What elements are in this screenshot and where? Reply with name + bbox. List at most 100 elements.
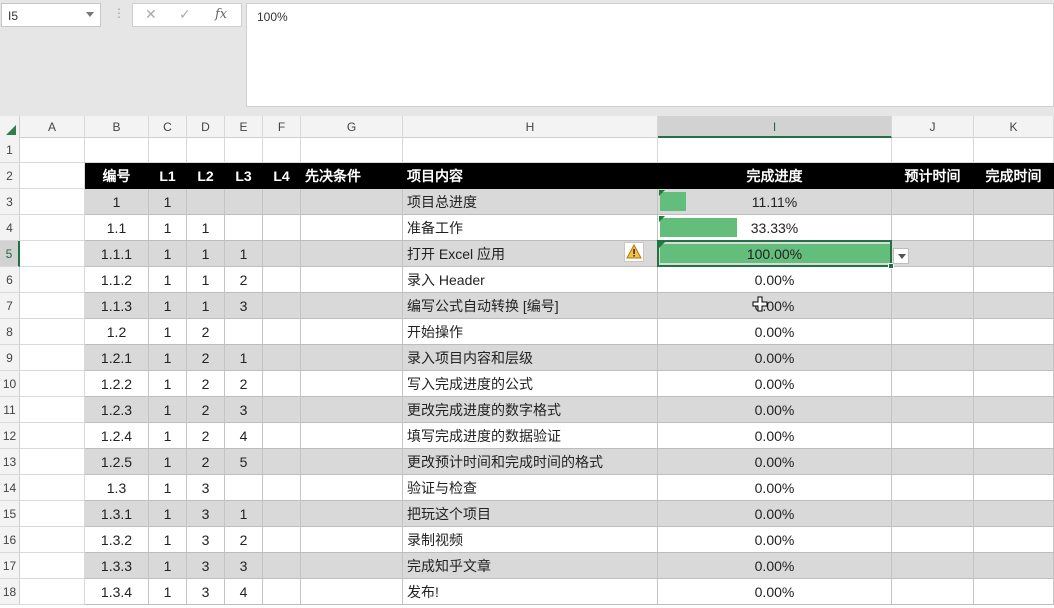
cell-f16[interactable] [263,527,301,553]
cell-c9[interactable]: 1 [149,345,187,371]
cell-d5[interactable]: 1 [187,241,225,267]
cell-f13[interactable] [263,449,301,475]
cell-g12[interactable] [301,423,403,449]
cell-e16[interactable]: 2 [225,527,263,553]
cell-g18[interactable] [301,579,403,605]
cell-g7[interactable] [301,293,403,319]
cell-b3[interactable]: 1 [85,189,149,215]
cell-a18[interactable] [20,579,85,605]
cell-g1[interactable] [301,138,403,163]
cell-i17[interactable]: 0.00% [658,553,892,579]
cell-c16[interactable]: 1 [149,527,187,553]
cell-d8[interactable]: 2 [187,319,225,345]
cell-i2[interactable]: 完成进度 [658,163,892,189]
cell-b10[interactable]: 1.2.2 [85,371,149,397]
cell-i13[interactable]: 0.00% [658,449,892,475]
cell-c11[interactable]: 1 [149,397,187,423]
cell-g15[interactable] [301,501,403,527]
cell-c17[interactable]: 1 [149,553,187,579]
spreadsheet-grid[interactable]: ABCDEFGHIJK 1 2 3 4 5 6 7 8 9 10 11 12 13 14 15 16 17 18 … [0,116,1054,608]
cell-j13[interactable] [892,449,974,475]
cell-c7[interactable]: 1 [149,293,187,319]
cell-c12[interactable]: 1 [149,423,187,449]
cell-d18[interactable]: 3 [187,579,225,605]
cell-j4[interactable] [892,215,974,241]
cell-k7[interactable] [974,293,1054,319]
cell-g9[interactable] [301,345,403,371]
cell-h17[interactable]: 完成知乎文章 [403,553,658,579]
row-header-18[interactable]: 18 [0,579,20,605]
cell-g17[interactable] [301,553,403,579]
cell-i16[interactable]: 0.00% [658,527,892,553]
cell-d2[interactable]: L2 [187,163,225,189]
cell-a15[interactable] [20,501,85,527]
cell-f18[interactable] [263,579,301,605]
cell-e18[interactable]: 4 [225,579,263,605]
cell-f3[interactable] [263,189,301,215]
cell-f2[interactable]: L4 [263,163,301,189]
cell-i10[interactable]: 0.00% [658,371,892,397]
cell-h7[interactable]: 编写公式自动转换 [编号] [403,293,658,319]
cell-d13[interactable]: 2 [187,449,225,475]
cell-a1[interactable] [20,138,85,163]
cell-k15[interactable] [974,501,1054,527]
cell-j6[interactable] [892,267,974,293]
cell-j1[interactable] [892,138,974,163]
cell-j10[interactable] [892,371,974,397]
column-header-h[interactable]: H [403,116,658,138]
cell-h5[interactable]: 打开 Excel 应用 [403,241,658,267]
cell-c1[interactable] [149,138,187,163]
cell-e1[interactable] [225,138,263,163]
row-header-1[interactable]: 1 [0,138,20,163]
cell-h4[interactable]: 准备工作 [403,215,658,241]
cell-f12[interactable] [263,423,301,449]
cell-b5[interactable]: 1.1.1 [85,241,149,267]
column-header-f[interactable]: F [263,116,301,138]
cell-i9[interactable]: 0.00% [658,345,892,371]
column-header-j[interactable]: J [892,116,974,138]
cell-e11[interactable]: 3 [225,397,263,423]
cell-k14[interactable] [974,475,1054,501]
row-header-12[interactable]: 12 [0,423,20,449]
cell-f11[interactable] [263,397,301,423]
insert-function-icon[interactable]: fx [215,7,227,22]
cell-h18[interactable]: 发布! [403,579,658,605]
cell-b1[interactable] [85,138,149,163]
cell-g3[interactable] [301,189,403,215]
cell-j14[interactable] [892,475,974,501]
cell-f10[interactable] [263,371,301,397]
cell-d9[interactable]: 2 [187,345,225,371]
row-header-11[interactable]: 11 [0,397,20,423]
cell-k8[interactable] [974,319,1054,345]
cell-b11[interactable]: 1.2.3 [85,397,149,423]
cell-h1[interactable] [403,138,658,163]
cell-h9[interactable]: 录入项目内容和层级 [403,345,658,371]
row-header-7[interactable]: 7 [0,293,20,319]
cell-f9[interactable] [263,345,301,371]
cell-e2[interactable]: L3 [225,163,263,189]
cancel-icon[interactable]: ✕ [145,6,157,23]
cell-a7[interactable] [20,293,85,319]
cell-k1[interactable] [974,138,1054,163]
cell-k10[interactable] [974,371,1054,397]
cell-d12[interactable]: 2 [187,423,225,449]
cell-e15[interactable]: 1 [225,501,263,527]
cell-c18[interactable]: 1 [149,579,187,605]
cell-k13[interactable] [974,449,1054,475]
cell-b17[interactable]: 1.3.3 [85,553,149,579]
cell-f1[interactable] [263,138,301,163]
cell-a6[interactable] [20,267,85,293]
cell-h11[interactable]: 更改完成进度的数字格式 [403,397,658,423]
cell-h12[interactable]: 填写完成进度的数据验证 [403,423,658,449]
warning-triangle-icon[interactable] [624,242,644,262]
row-header-10[interactable]: 10 [0,371,20,397]
cell-j8[interactable] [892,319,974,345]
column-header-b[interactable]: B [85,116,149,138]
cell-a4[interactable] [20,215,85,241]
cell-g13[interactable] [301,449,403,475]
formula-input[interactable]: 100% [246,3,1054,107]
cell-c8[interactable]: 1 [149,319,187,345]
column-header-g[interactable]: G [301,116,403,138]
row-header-5[interactable]: 5 [0,241,20,267]
cell-b18[interactable]: 1.3.4 [85,579,149,605]
